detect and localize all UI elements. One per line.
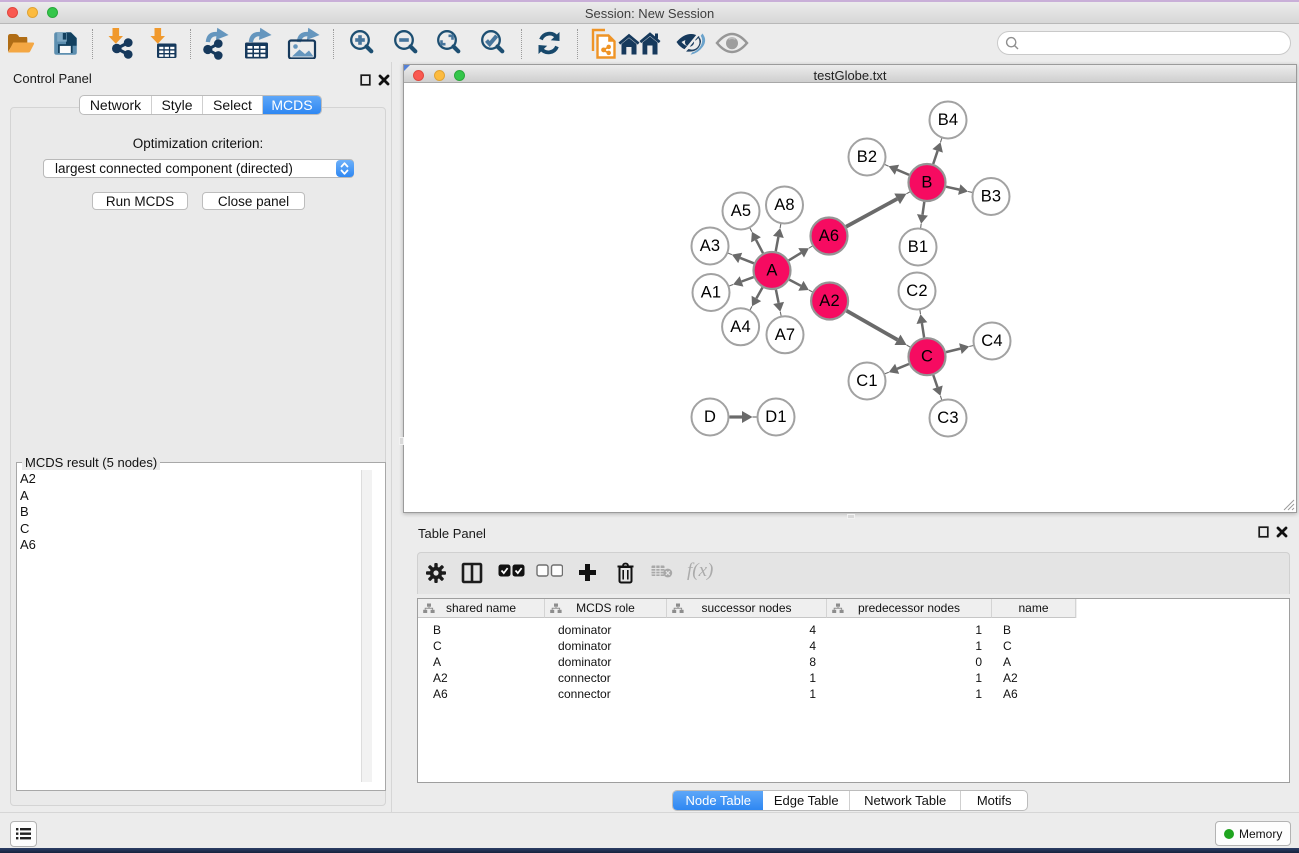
svg-text:C2: C2 — [906, 282, 928, 300]
svg-text:D: D — [704, 408, 716, 426]
svg-text:B1: B1 — [908, 238, 929, 256]
svg-text:B: B — [921, 174, 932, 192]
svg-text:C1: C1 — [856, 372, 878, 390]
svg-text:C: C — [921, 348, 933, 366]
svg-text:A1: A1 — [701, 284, 722, 302]
svg-text:A6: A6 — [819, 227, 840, 245]
svg-text:C4: C4 — [981, 332, 1003, 350]
svg-text:A2: A2 — [819, 292, 840, 310]
svg-text:A8: A8 — [774, 196, 795, 214]
svg-text:B4: B4 — [938, 111, 959, 129]
svg-text:C3: C3 — [937, 409, 959, 427]
svg-text:D1: D1 — [765, 408, 787, 426]
svg-text:B2: B2 — [857, 148, 878, 166]
svg-text:B3: B3 — [981, 188, 1002, 206]
svg-text:A4: A4 — [730, 318, 751, 336]
svg-text:A: A — [766, 262, 777, 280]
svg-text:A3: A3 — [700, 237, 721, 255]
svg-text:A5: A5 — [731, 202, 752, 220]
svg-text:A7: A7 — [775, 326, 796, 344]
